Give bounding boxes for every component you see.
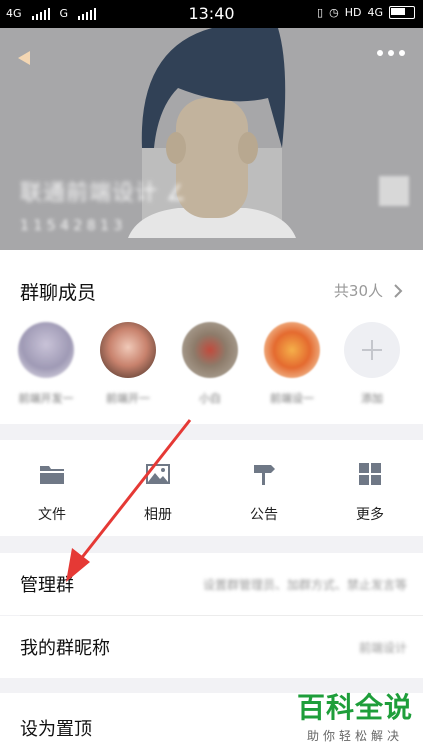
add-member-label: 添加 (361, 392, 383, 405)
qr-code-icon[interactable] (379, 176, 409, 206)
my-nickname-label: 我的群昵称 (20, 638, 110, 659)
member-name-4: 前端设一 (270, 392, 314, 405)
tool-album[interactable]: 相册 (118, 462, 198, 524)
signpost-icon (254, 465, 275, 485)
my-nickname-row[interactable]: 我的群昵称 前端设计 (0, 616, 423, 678)
alarm-icon: ◷ (329, 6, 339, 19)
members-section: 群聊成员 共30人 前端开发一 前端开一 小白 前端设一 添加 (0, 250, 423, 424)
manage-group-row[interactable]: 管理群 设置群管理员、加群方式、禁止发言等 (0, 553, 423, 615)
battery-icon (389, 6, 415, 19)
status-bar: 4G G 13:40 ▯ ◷ HD 4G (0, 0, 423, 28)
member-avatar-3[interactable] (182, 322, 238, 378)
group-header: 联通前端设计 ∠ 1 1 5 4 2 8 1 3 (0, 28, 423, 250)
member-name-2: 前端开一 (106, 392, 150, 405)
tool-notice-label: 公告 (250, 507, 278, 523)
members-count: 共30人 (333, 282, 383, 300)
watermark-main: 百科全说 (296, 691, 413, 724)
image-icon (146, 464, 170, 484)
tool-files[interactable]: 文件 (12, 462, 92, 524)
hd-label: HD (344, 6, 362, 19)
back-arrow-icon[interactable] (14, 46, 38, 70)
network-label: 4G (367, 6, 383, 19)
member-avatar-1[interactable] (18, 322, 74, 378)
members-title[interactable]: 群聊成员 (20, 278, 96, 305)
member-name-1: 前端开发一 (18, 392, 74, 405)
more-options-icon[interactable] (377, 50, 409, 62)
member-avatar-4[interactable] (264, 322, 320, 378)
vibrate-icon: ▯ (317, 6, 324, 19)
folder-icon (40, 466, 64, 484)
tool-files-label: 文件 (38, 507, 66, 523)
member-avatar-2[interactable] (100, 322, 156, 378)
tool-more[interactable]: 更多 (330, 462, 410, 524)
tool-more-label: 更多 (356, 507, 384, 523)
tool-album-label: 相册 (144, 507, 172, 523)
members-count-link[interactable]: 共30人 (334, 280, 403, 301)
add-member-button[interactable] (344, 322, 400, 378)
manage-group-value: 设置群管理员、加群方式、禁止发言等 (202, 578, 407, 592)
member-name-3: 小白 (199, 392, 221, 405)
manage-group-label: 管理群 (20, 575, 74, 596)
tool-notice[interactable]: 公告 (224, 462, 304, 524)
watermark: 百科全说 助你轻松解决 (297, 686, 413, 744)
watermark-sub: 助你轻松解决 (306, 729, 403, 743)
chevron-right-icon (394, 283, 403, 298)
grid-icon (359, 463, 381, 485)
pin-top-label: 设为置顶 (20, 719, 92, 740)
my-nickname-value: 前端设计 (358, 641, 407, 655)
tools-section: 文件 相册 公告 更多 (0, 440, 423, 536)
group-name: 联通前端设计 ∠ (20, 181, 187, 206)
status-right: ▯ ◷ HD 4G (317, 6, 415, 19)
group-id: 1 1 5 4 2 8 1 3 (20, 218, 123, 234)
